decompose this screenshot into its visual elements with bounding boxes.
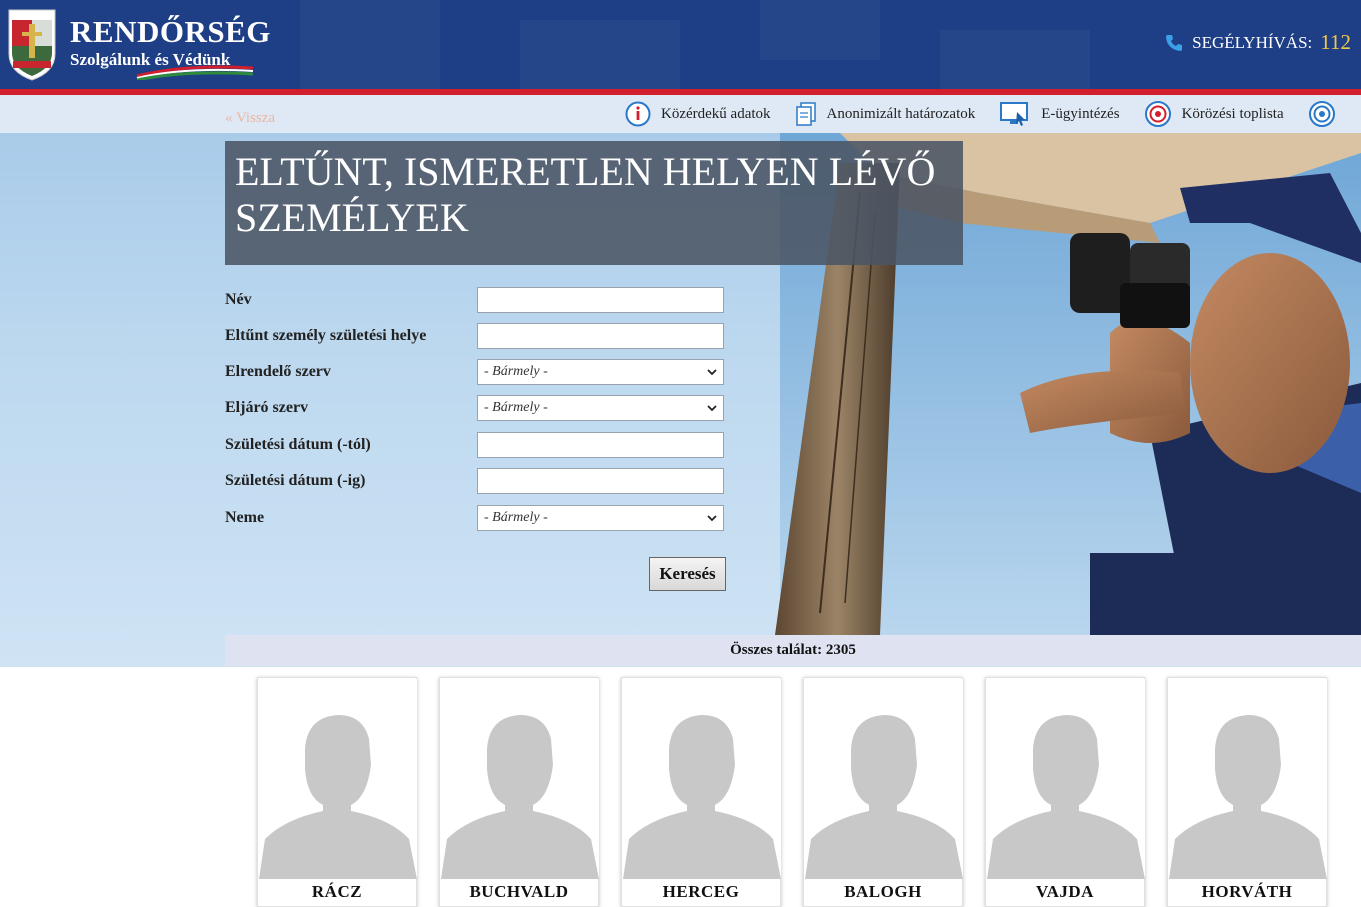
person-card[interactable]: VAJDA bbox=[985, 677, 1145, 907]
document-icon bbox=[795, 102, 816, 126]
person-photo-placeholder bbox=[259, 679, 417, 879]
nav-item-more[interactable] bbox=[1308, 100, 1336, 128]
emergency-call[interactable]: SEGÉLYHÍVÁS: 112 bbox=[1164, 30, 1351, 55]
phone-icon bbox=[1166, 34, 1183, 51]
header-pattern bbox=[300, 0, 440, 89]
person-name: HORVÁTH bbox=[1201, 882, 1293, 901]
name-input[interactable] bbox=[477, 287, 724, 313]
page-title-box: ELTŰNT, ISMERETLEN HELYEN LÉVŐ SZEMÉLYEK bbox=[225, 141, 963, 265]
person-name: VAJDA bbox=[1036, 882, 1094, 901]
birthplace-input[interactable] bbox=[477, 323, 724, 349]
person-name: RÁCZ bbox=[311, 882, 363, 901]
brand-title[interactable]: RENDŐRSÉG bbox=[70, 14, 271, 50]
person-silhouette-icon bbox=[805, 715, 963, 879]
back-link[interactable]: « Vissza bbox=[225, 110, 275, 127]
field-label: Születési dátum (-tól) bbox=[225, 436, 371, 453]
chevron-down-icon bbox=[707, 369, 717, 376]
select-value: - Bármely - bbox=[484, 510, 548, 525]
person-name: BUCHVALD bbox=[469, 882, 569, 901]
flag-swoosh-icon bbox=[136, 65, 254, 80]
person-photo-placeholder bbox=[623, 679, 781, 879]
person-photo-placeholder bbox=[441, 679, 599, 879]
select-value: - Bármely - bbox=[484, 364, 548, 379]
handling-agency-select[interactable]: - Bármely - bbox=[477, 395, 724, 421]
nav-item-korozesi[interactable]: Körözési toplista bbox=[1144, 100, 1284, 128]
chevron-down-icon bbox=[707, 515, 717, 522]
nav-item-e-ugyintezes[interactable]: E-ügyintézés bbox=[999, 100, 1120, 128]
select-value: - Bármely - bbox=[484, 400, 548, 415]
header-pattern bbox=[760, 0, 880, 60]
nav-links: Közérdekű adatok Anonimizált határozatok… bbox=[625, 98, 1360, 130]
field-label: Eltűnt személy születési helye bbox=[225, 327, 427, 344]
person-card[interactable]: HORVÁTH bbox=[1167, 677, 1327, 907]
field-label: Születési dátum (-ig) bbox=[225, 472, 366, 489]
gender-select[interactable]: - Bármely - bbox=[477, 505, 724, 531]
header-pattern bbox=[520, 20, 680, 89]
police-badge-logo[interactable] bbox=[5, 6, 59, 82]
ordering-agency-select[interactable]: - Bármely - bbox=[477, 359, 724, 385]
person-name: HERCEG bbox=[662, 882, 740, 901]
target-icon bbox=[1144, 101, 1171, 127]
person-photo-placeholder bbox=[1169, 679, 1327, 879]
person-card[interactable]: RÁCZ bbox=[257, 677, 417, 907]
field-label: Eljáró szerv bbox=[225, 399, 309, 416]
emergency-number: 112 bbox=[1320, 30, 1351, 54]
nav-item-kozerdeku[interactable]: Közérdekű adatok bbox=[625, 101, 771, 127]
site-header: RENDŐRSÉG Szolgálunk és Védünk SEGÉLYHÍV… bbox=[0, 0, 1361, 89]
person-photo-placeholder bbox=[805, 679, 963, 879]
nav-item-label: Közérdekű adatok bbox=[661, 105, 771, 122]
nav-item-label: E-ügyintézés bbox=[1041, 105, 1120, 122]
nav-item-label: Körözési toplista bbox=[1181, 105, 1284, 122]
info-icon bbox=[625, 101, 651, 127]
nav-item-label: Anonimizált határozatok bbox=[826, 105, 976, 122]
person-name: BALOGH bbox=[844, 882, 922, 901]
chevron-down-icon bbox=[707, 405, 717, 412]
target-icon bbox=[1308, 101, 1335, 127]
emergency-label: SEGÉLYHÍVÁS: bbox=[1192, 32, 1313, 52]
field-label: Név bbox=[225, 291, 252, 308]
person-card[interactable]: BALOGH bbox=[803, 677, 963, 907]
field-label: Elrendelő szerv bbox=[225, 363, 331, 380]
person-photo-placeholder bbox=[987, 679, 1145, 879]
person-silhouette-icon bbox=[623, 715, 781, 879]
header-pattern bbox=[940, 30, 1090, 89]
birthdate-from-input[interactable] bbox=[477, 432, 724, 458]
person-silhouette-icon bbox=[259, 715, 417, 879]
field-label: Neme bbox=[225, 509, 265, 526]
page-title: ELTŰNT, ISMERETLEN HELYEN LÉVŐ SZEMÉLYEK bbox=[235, 149, 936, 240]
person-card[interactable]: BUCHVALD bbox=[439, 677, 599, 907]
person-silhouette-icon bbox=[441, 715, 599, 879]
person-card[interactable]: HERCEG bbox=[621, 677, 781, 907]
nav-item-anonimizalt[interactable]: Anonimizált határozatok bbox=[795, 101, 976, 127]
person-silhouette-icon bbox=[1169, 715, 1327, 879]
search-button[interactable]: Keresés bbox=[649, 557, 726, 591]
results-count: Összes találat: 2305 bbox=[225, 635, 1361, 666]
birthdate-to-input[interactable] bbox=[477, 468, 724, 494]
computer-icon bbox=[1000, 102, 1029, 126]
person-silhouette-icon bbox=[987, 715, 1145, 879]
